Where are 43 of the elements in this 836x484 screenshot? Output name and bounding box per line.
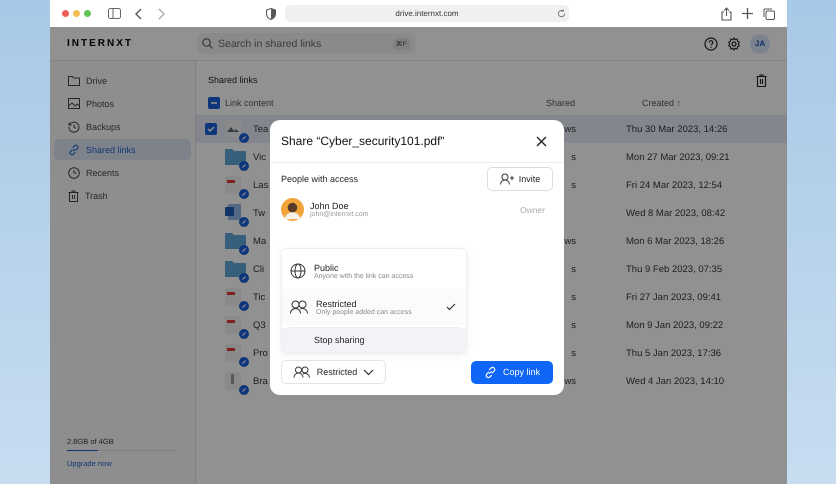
sidebar-item[interactable]: Drive: [54, 70, 191, 91]
shared-cell: s: [571, 348, 576, 358]
logo[interactable]: INTERNXT: [67, 38, 197, 49]
created-date: Thu 5 Jan 2023, 17:36: [626, 348, 722, 358]
column-header[interactable]: Link content: [225, 98, 546, 108]
shared-cell: s: [571, 320, 576, 330]
shared-cell: s: [571, 264, 576, 274]
sidebar-item[interactable]: Trash: [54, 185, 191, 206]
option-label: Restricted: [316, 298, 358, 308]
role-label: Owner: [520, 204, 545, 214]
address-bar[interactable]: drive.internxt.com: [285, 5, 569, 22]
shared-cell: ws: [564, 124, 576, 134]
shared-cell: s: [571, 152, 576, 162]
sidebar-item[interactable]: Photos: [54, 93, 191, 114]
invite-button[interactable]: Invite: [487, 167, 553, 191]
option-label: Public: [314, 262, 340, 272]
created-date: Wed 8 Mar 2023, 08:42: [626, 208, 726, 218]
column-header[interactable]: Shared: [546, 98, 642, 108]
access-dropdown[interactable]: Restricted: [281, 360, 386, 384]
created-date: Mon 27 Mar 2023, 09:21: [626, 152, 731, 162]
created-date: Mon 6 Mar 2023, 18:26: [626, 236, 726, 246]
user-avatar[interactable]: JA: [750, 34, 770, 54]
search-input[interactable]: Search in shared links: [218, 38, 388, 50]
shared-cell: s: [571, 180, 576, 190]
dialog-title: Share “Cyber_security101.pdf”: [281, 134, 444, 148]
created-date: Fri 24 Mar 2023, 12:54: [626, 180, 724, 190]
person-name: John Doe: [310, 201, 349, 211]
created-date: Wed 4 Jan 2023, 14:10: [626, 376, 726, 386]
sidebar-item[interactable]: Recents: [54, 162, 191, 183]
section-label: People with access: [281, 174, 358, 184]
shared-cell: s: [571, 292, 576, 302]
created-date: Thu 9 Feb 2023, 07:35: [626, 264, 724, 274]
page-title: Shared links: [208, 75, 258, 85]
sidebar-item[interactable]: Backups: [54, 116, 191, 137]
column-header[interactable]: Created ↑: [642, 98, 787, 108]
created-date: Mon 9 Jan 2023, 09:22: [626, 320, 724, 330]
shared-cell: ws: [564, 376, 576, 386]
sidebar-item[interactable]: Shared links: [54, 139, 191, 160]
stop-sharing-item[interactable]: Stop sharing: [282, 328, 466, 352]
copy-link-button[interactable]: Copy link: [471, 360, 553, 384]
created-date: Thu 30 Mar 2023, 14:26: [626, 124, 728, 134]
shared-cell: ws: [564, 236, 576, 246]
created-date: Fri 27 Jan 2023, 09:41: [626, 292, 722, 302]
